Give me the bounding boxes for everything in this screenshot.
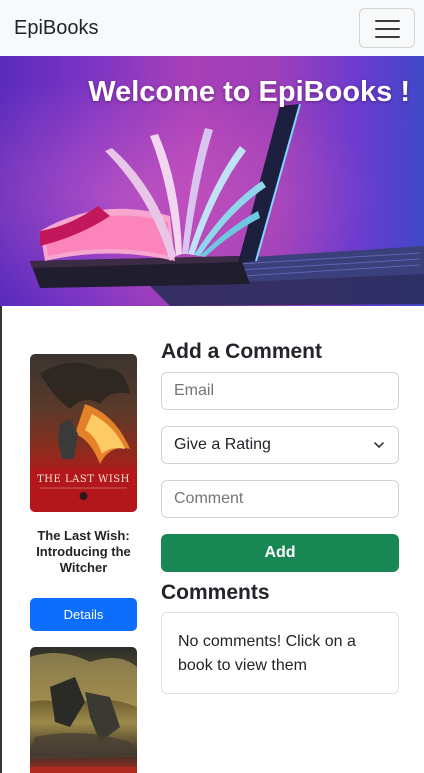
book-cover-art: THE LAST WISH — [30, 362, 137, 512]
hero-banner: Welcome to EpiBooks ! — [0, 56, 424, 306]
email-input[interactable] — [161, 372, 399, 410]
hamburger-menu-icon — [375, 20, 400, 38]
navbar: EpiBooks — [0, 0, 424, 56]
details-button[interactable]: Details — [30, 598, 137, 631]
book-cover-title: THE LAST WISH — [37, 474, 130, 485]
hero-title: Welcome to EpiBooks ! — [88, 76, 410, 108]
navbar-brand[interactable]: EpiBooks — [14, 17, 99, 40]
chevron-down-icon — [374, 442, 384, 448]
add-comment-heading: Add a Comment — [161, 340, 323, 363]
navbar-toggler-button[interactable] — [359, 8, 415, 48]
book-cover-image[interactable] — [30, 647, 137, 773]
add-comment-button[interactable]: Add — [161, 534, 399, 572]
rating-select[interactable]: Give a Rating — [161, 426, 399, 464]
comments-heading: Comments — [161, 581, 270, 604]
book-title: The Last Wish: Introducing the Witcher — [36, 528, 131, 575]
book-cover-art — [30, 653, 137, 773]
comment-input[interactable] — [161, 480, 399, 518]
rating-select-value: Give a Rating — [174, 436, 271, 453]
comments-list: No comments! Click on a book to view the… — [161, 612, 399, 694]
comments-empty-message: No comments! Click on a book to view the… — [178, 633, 356, 674]
left-edge-border — [0, 306, 2, 773]
book-cover-image[interactable]: THE LAST WISH — [30, 354, 137, 512]
